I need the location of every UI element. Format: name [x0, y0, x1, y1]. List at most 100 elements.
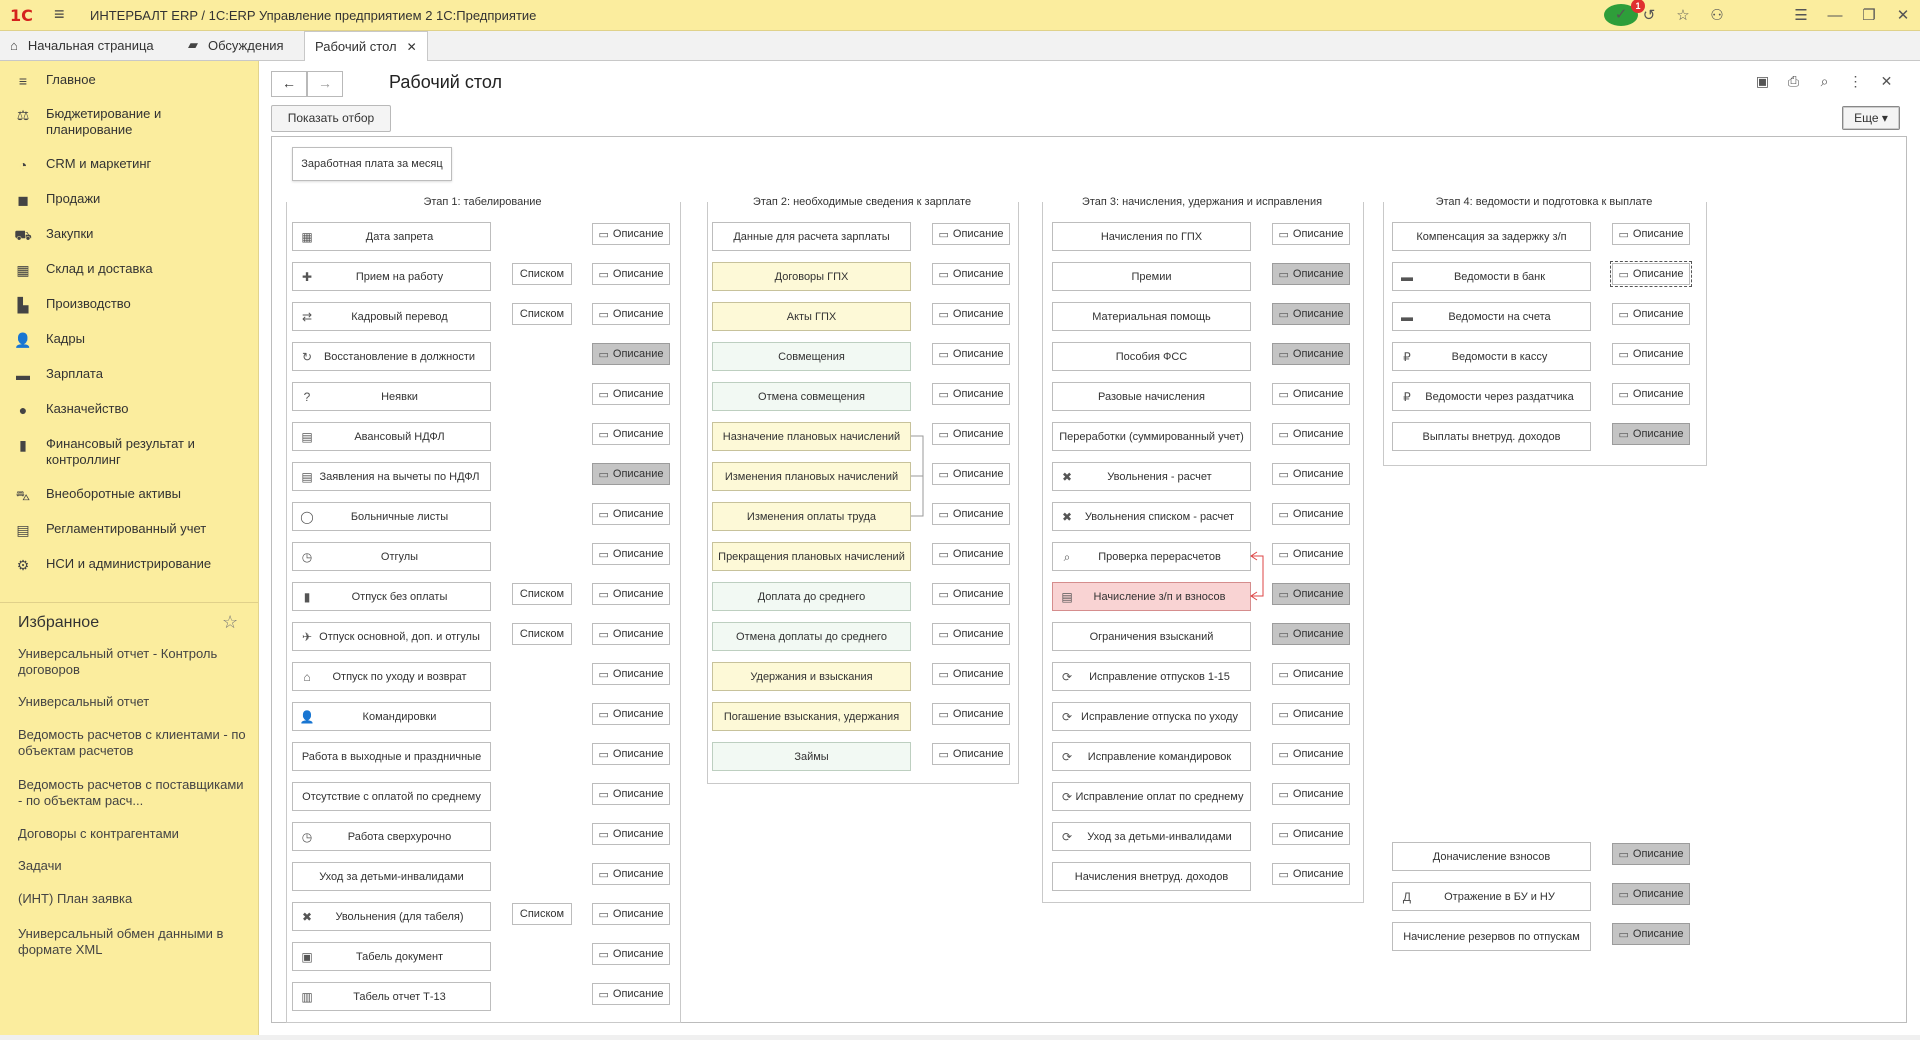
description-button[interactable]: ▭ Описание — [1612, 883, 1690, 905]
workflow-item[interactable]: Договоры ГПХ — [712, 262, 911, 291]
favorites-star-icon[interactable]: ☆ — [222, 612, 238, 633]
list-button[interactable]: Списком — [512, 303, 572, 325]
workflow-item[interactable]: ? Неявки — [292, 382, 491, 411]
description-button[interactable]: ▭ Описание — [592, 863, 670, 885]
sidebar-item[interactable]: ⛍ Внеоборотные активы — [0, 486, 258, 506]
description-button[interactable]: ▭ Описание — [932, 583, 1010, 605]
workflow-item[interactable]: Назначение плановых начислений — [712, 422, 911, 451]
favorite-item[interactable]: Универсальный отчет - Контроль договоров — [18, 646, 248, 678]
description-button[interactable]: ▭ Описание — [592, 463, 670, 485]
sidebar-item[interactable]: ≡ Главное — [0, 72, 258, 89]
sidebar-item[interactable]: ▮ Финансовый результат и контроллинг — [0, 436, 258, 468]
description-button[interactable]: ▭ Описание — [592, 383, 670, 405]
workflow-item[interactable]: ▥ Табель отчет Т-13 — [292, 982, 491, 1011]
description-button[interactable]: ▭ Описание — [1272, 303, 1350, 325]
description-button[interactable]: ▭ Описание — [1272, 663, 1350, 685]
workflow-item[interactable]: Изменения плановых начислений — [712, 462, 911, 491]
description-button[interactable]: ▭ Описание — [932, 663, 1010, 685]
description-button[interactable]: ▭ Описание — [1612, 383, 1690, 405]
sidebar-item[interactable]: 👤 Кадры — [0, 331, 258, 349]
workflow-item[interactable]: ⟳ Исправление отпусков 1-15 — [1052, 662, 1251, 691]
workflow-item[interactable]: ▤ Заявления на вычеты по НДФЛ — [292, 462, 491, 491]
notifications-icon[interactable]: ✓ 1 — [1598, 0, 1645, 26]
workflow-item[interactable]: 👤 Командировки — [292, 702, 491, 731]
workflow-item[interactable]: Разовые начисления — [1052, 382, 1251, 411]
workflow-item[interactable]: Данные для расчета зарплаты — [712, 222, 911, 251]
description-button[interactable]: ▭ Описание — [1272, 783, 1350, 805]
workflow-item[interactable]: Д Отражение в БУ и НУ — [1392, 882, 1591, 911]
workflow-item[interactable]: ✚ Прием на работу — [292, 262, 491, 291]
description-button[interactable]: ▭ Описание — [1272, 503, 1350, 525]
workflow-item[interactable]: Займы — [712, 742, 911, 771]
description-button[interactable]: ▭ Описание — [1272, 623, 1350, 645]
workflow-item[interactable]: Погашение взыскания, удержания — [712, 702, 911, 731]
sidebar-item[interactable]: ▙ Производство — [0, 296, 258, 314]
favorite-item[interactable]: (ИНТ) План заявка — [18, 891, 248, 907]
favorite-item[interactable]: Ведомость расчетов с клиентами - по объе… — [18, 727, 248, 759]
description-button[interactable]: ▭ Описание — [1272, 863, 1350, 885]
sidebar-item[interactable]: ⚖ Бюджетирование и планирование — [0, 106, 258, 138]
list-button[interactable]: Списком — [512, 583, 572, 605]
description-button[interactable]: ▭ Описание — [1272, 383, 1350, 405]
description-button[interactable]: ▭ Описание — [932, 463, 1010, 485]
description-button[interactable]: ▭ Описание — [592, 783, 670, 805]
description-button[interactable]: ▭ Описание — [1272, 463, 1350, 485]
description-button[interactable]: ▭ Описание — [1272, 743, 1350, 765]
sidebar-item[interactable]: ◔ CRM и маркетинг — [0, 156, 258, 173]
workflow-item[interactable]: ✖ Увольнения (для табеля) — [292, 902, 491, 931]
workflow-item[interactable]: ▤ Авансовый НДФЛ — [292, 422, 491, 451]
close-page-icon[interactable]: ✕ — [1871, 73, 1902, 90]
workflow-item[interactable]: ⟳ Исправление отпуска по уходу — [1052, 702, 1251, 731]
favorite-item[interactable]: Задачи — [18, 858, 248, 874]
description-button[interactable]: ▭ Описание — [592, 423, 670, 445]
favorite-item[interactable]: Универсальный обмен данными в формате XM… — [18, 926, 248, 958]
favorite-item[interactable]: Ведомость расчетов с поставщиками - по о… — [18, 777, 248, 809]
description-button[interactable]: ▭ Описание — [592, 663, 670, 685]
tab-home[interactable]: ⌂ Начальная страница — [0, 31, 164, 59]
workflow-item[interactable]: Начисление резервов по отпускам — [1392, 922, 1591, 951]
description-button[interactable]: ▭ Описание — [932, 503, 1010, 525]
sidebar-item[interactable]: ⚙ НСИ и администрирование — [0, 556, 258, 574]
description-button[interactable]: ▭ Описание — [1272, 583, 1350, 605]
description-button[interactable]: ▭ Описание — [592, 503, 670, 525]
workflow-item[interactable]: Акты ГПХ — [712, 302, 911, 331]
description-button[interactable]: ▭ Описание — [592, 583, 670, 605]
workflow-item[interactable]: Прекращения плановых начислений — [712, 542, 911, 571]
description-button[interactable]: ▭ Описание — [1272, 423, 1350, 445]
period-selector[interactable]: Заработная плата за месяц — [292, 147, 452, 181]
workflow-item[interactable]: Отсутствие с оплатой по среднему — [292, 782, 491, 811]
workflow-item[interactable]: ✈ Отпуск основной, доп. и отгулы — [292, 622, 491, 651]
workflow-item[interactable]: Отмена совмещения — [712, 382, 911, 411]
description-button[interactable]: ▭ Описание — [1272, 703, 1350, 725]
forward-button[interactable]: → — [307, 71, 343, 97]
description-button[interactable]: ▭ Описание — [1272, 543, 1350, 565]
back-button[interactable]: ← — [271, 71, 307, 97]
workflow-item[interactable]: ▤ Начисление з/п и взносов — [1052, 582, 1251, 611]
list-button[interactable]: Списком — [512, 263, 572, 285]
print-icon[interactable]: ⎙ — [1778, 73, 1809, 90]
description-button[interactable]: ▭ Описание — [592, 263, 670, 285]
more-vertical-icon[interactable]: ⋮ — [1840, 73, 1871, 90]
workflow-item[interactable]: Ограничения взысканий — [1052, 622, 1251, 651]
workflow-item[interactable]: Уход за детьми-инвалидами — [292, 862, 491, 891]
preview-icon[interactable]: ⌕ — [1809, 73, 1840, 90]
workflow-item[interactable]: ⟳ Исправление командировок — [1052, 742, 1251, 771]
show-filter-button[interactable]: Показать отбор — [271, 105, 391, 132]
workflow-item[interactable]: ▦ Дата запрета — [292, 222, 491, 251]
list-button[interactable]: Списком — [512, 903, 572, 925]
sidebar-item[interactable]: ▦ Склад и доставка — [0, 261, 258, 279]
description-button[interactable]: ▭ Описание — [932, 703, 1010, 725]
workflow-item[interactable]: ◯ Больничные листы — [292, 502, 491, 531]
description-button[interactable]: ▭ Описание — [592, 823, 670, 845]
workflow-item[interactable]: ⇄ Кадровый перевод — [292, 302, 491, 331]
description-button[interactable]: ▭ Описание — [932, 303, 1010, 325]
workflow-item[interactable]: Премии — [1052, 262, 1251, 291]
sidebar-item[interactable]: ◼ Продажи — [0, 191, 258, 209]
description-button[interactable]: ▭ Описание — [592, 543, 670, 565]
description-button[interactable]: ▭ Описание — [592, 903, 670, 925]
description-button[interactable]: ▭ Описание — [932, 223, 1010, 245]
workflow-item[interactable]: Пособия ФСС — [1052, 342, 1251, 371]
sidebar-item[interactable]: ▬ Зарплата — [0, 366, 258, 383]
sidebar-item[interactable]: ● Казначейство — [0, 401, 258, 418]
list-button[interactable]: Списком — [512, 623, 572, 645]
